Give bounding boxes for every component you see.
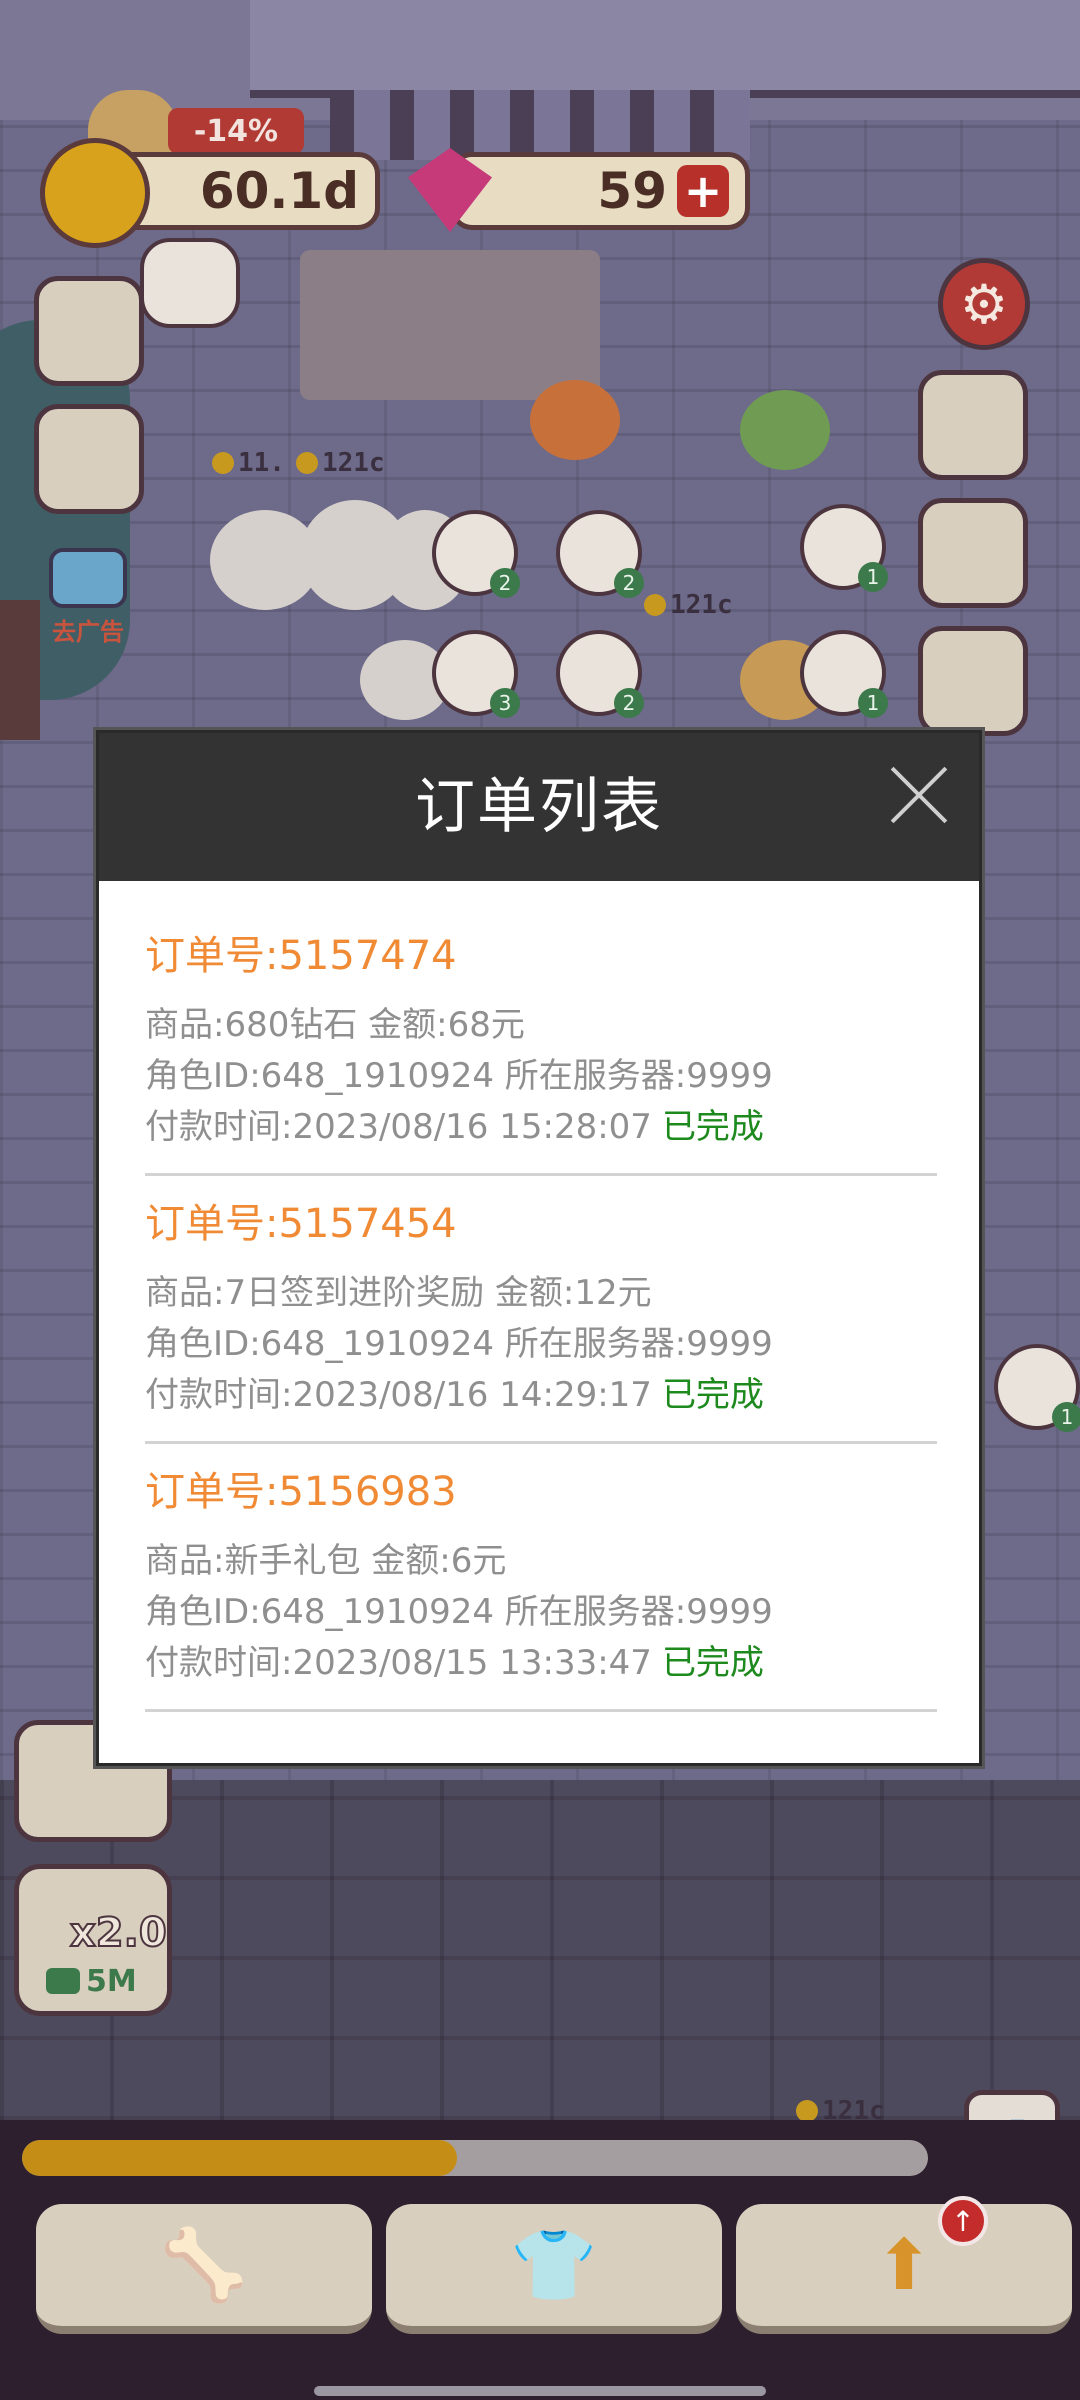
shop-counter (300, 250, 600, 400)
order-time: 付款时间:2023/08/16 14:29:17 (145, 1375, 652, 1415)
gift-box-button[interactable] (34, 404, 144, 514)
orange-fruit-bowl (530, 380, 620, 460)
bone-button[interactable]: 🦴 (36, 2204, 372, 2334)
order-bubble[interactable]: 1 (800, 504, 888, 592)
order-number: 订单号:5156983 (145, 1469, 457, 1515)
order-role: 角色ID:648_1910924 所在服务器:9999 (145, 1592, 773, 1632)
multiplier-value: x2.0 (69, 1909, 168, 1957)
add-gems-button[interactable]: + (677, 165, 729, 217)
no-ads-button[interactable]: 去广告 (38, 548, 138, 647)
shirt-icon: 👕 (510, 2223, 598, 2306)
order-bubble[interactable]: 2 (432, 510, 520, 598)
order-time-row: 付款时间:2023/08/16 15:28:07 已完成 (145, 1099, 764, 1148)
order-role: 角色ID:648_1910924 所在服务器:9999 (145, 1056, 773, 1096)
price-tag: 121c (644, 590, 733, 620)
gem-value: 59 (597, 162, 667, 220)
coin-icon (40, 138, 150, 248)
order-bubble[interactable]: 2 (556, 510, 644, 598)
video-ad-icon (46, 1968, 80, 1994)
order-status: 已完成 (661, 1643, 764, 1683)
order-number: 订单号:5157474 (145, 933, 457, 979)
order-item: 订单号:5157474 商品:680钻石 金额:68元 角色ID:648_191… (145, 911, 937, 1176)
level-progress-fill (22, 2140, 457, 2176)
up-arrow-badge-icon: ↑ (938, 2196, 988, 2246)
album-button[interactable] (918, 498, 1028, 608)
home-indicator[interactable] (314, 2386, 766, 2396)
order-list-dialog: 订单列表 订单号:5157474 商品:680钻石 金额:68元 角色ID:64… (96, 730, 982, 1766)
order-time: 付款时间:2023/08/16 15:28:07 (145, 1107, 652, 1147)
shop-roof (250, 0, 1080, 98)
order-status: 已完成 (661, 1107, 764, 1147)
price-tag: 11. (212, 448, 285, 478)
shop-awning (330, 90, 750, 160)
order-status: 已完成 (661, 1375, 764, 1415)
order-time: 付款时间:2023/08/15 13:33:47 (145, 1643, 652, 1683)
shop-stall-button[interactable] (34, 276, 144, 386)
bone-icon: 🦴 (160, 2223, 248, 2306)
dialog-title: 订单列表 (415, 772, 663, 842)
close-icon[interactable] (887, 763, 951, 827)
level-progress-bar (22, 2140, 928, 2176)
no-ads-label: 去广告 (52, 618, 124, 646)
order-product: 商品:新手礼包 金额:6元 (145, 1541, 507, 1581)
order-role: 角色ID:648_1910924 所在服务器:9999 (145, 1324, 773, 1364)
order-time-row: 付款时间:2023/08/15 13:33:47 已完成 (145, 1635, 764, 1684)
order-item: 订单号:5157454 商品:7日签到进阶奖励 金额:12元 角色ID:648_… (145, 1179, 937, 1444)
coin-icon (796, 2100, 818, 2122)
gem-counter: 59 + (450, 152, 750, 230)
sandwich-bubble-icon (140, 238, 240, 328)
multiplier-duration: 5M (46, 1964, 137, 1999)
order-bubble[interactable]: 2 (556, 630, 644, 718)
order-bubble[interactable]: 1 (994, 1344, 1080, 1432)
mail-button[interactable] (918, 370, 1028, 480)
coin-change-badge: -14% (168, 108, 304, 154)
order-number: 订单号:5157454 (145, 1201, 457, 1247)
coin-value: 60.1d (199, 162, 359, 220)
coin-icon (644, 594, 666, 616)
tree-trunk (0, 600, 40, 740)
upgrade-button[interactable]: ⬆ (736, 2204, 1072, 2334)
grape-fruit-bowl (740, 390, 830, 470)
order-item: 订单号:5156983 商品:新手礼包 金额:6元 角色ID:648_19109… (145, 1447, 937, 1712)
upgrade-arrow-icon: ⬆ (874, 2224, 934, 2306)
order-product: 商品:7日签到进阶奖励 金额:12元 (145, 1273, 652, 1313)
paw-button[interactable] (918, 626, 1028, 736)
coin-icon (296, 452, 318, 474)
order-product: 商品:680钻石 金额:68元 (145, 1005, 525, 1045)
order-list: 订单号:5157474 商品:680钻石 金额:68元 角色ID:648_191… (145, 911, 937, 1715)
order-time-row: 付款时间:2023/08/16 14:29:17 已完成 (145, 1367, 764, 1416)
coin-icon (212, 452, 234, 474)
order-bubble[interactable]: 3 (432, 630, 520, 718)
price-tag: 121c (296, 448, 385, 478)
outfit-button[interactable]: 👕 (386, 2204, 722, 2334)
tv-icon (49, 548, 127, 608)
order-bubble[interactable]: 1 (800, 630, 888, 718)
settings-gear-icon[interactable]: ⚙ (938, 258, 1030, 350)
